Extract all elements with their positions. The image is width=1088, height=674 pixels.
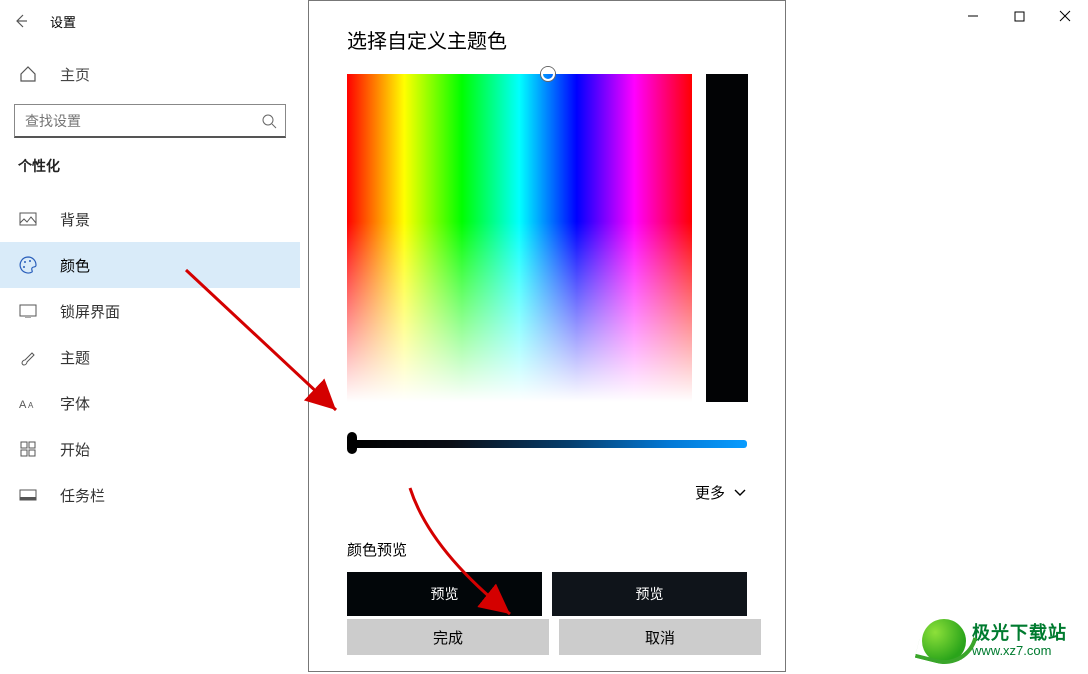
- sidebar-item-label: 锁屏界面: [60, 301, 120, 322]
- color-gradient[interactable]: [347, 74, 692, 402]
- sidebar-home[interactable]: 主页: [0, 54, 300, 94]
- font-icon: AA: [18, 396, 38, 410]
- color-handle[interactable]: [541, 67, 555, 81]
- sidebar-item-start[interactable]: 开始: [0, 426, 300, 472]
- window-title: 设置: [50, 12, 76, 31]
- search-box[interactable]: [14, 104, 286, 138]
- preview-tile-1: 预览: [347, 572, 542, 616]
- start-icon: [18, 441, 38, 457]
- sidebar-item-label: 主题: [60, 347, 90, 368]
- svg-text:A: A: [28, 401, 34, 410]
- taskbar-icon: [18, 489, 38, 501]
- sidebar-item-theme[interactable]: 主题: [0, 334, 300, 380]
- value-track: [353, 440, 747, 448]
- sidebar-category: 个性化: [0, 156, 300, 176]
- search-input[interactable]: [23, 112, 261, 130]
- brush-icon: [18, 348, 38, 366]
- more-label: 更多: [695, 482, 725, 503]
- maximize-icon: [1014, 11, 1025, 22]
- window-controls: [950, 0, 1088, 32]
- preview-label: 颜色预览: [347, 539, 785, 560]
- sidebar-item-label: 任务栏: [60, 485, 105, 506]
- sidebar-home-label: 主页: [60, 64, 90, 85]
- watermark-logo: [922, 619, 966, 663]
- sidebar-item-color[interactable]: 颜色: [0, 242, 300, 288]
- minimize-icon: [967, 10, 979, 22]
- watermark-url: www.xz7.com: [972, 644, 1067, 658]
- watermark-name: 极光下载站: [972, 624, 1067, 644]
- dialog-title: 选择自定义主题色: [347, 25, 785, 54]
- palette-icon: [18, 256, 38, 274]
- sidebar-item-label: 颜色: [60, 255, 90, 276]
- back-button[interactable]: [0, 0, 42, 42]
- sidebar-item-label: 开始: [60, 439, 90, 460]
- value-thumb[interactable]: [347, 432, 357, 454]
- svg-text:A: A: [19, 399, 27, 410]
- watermark: 极光下载站 www.xz7.com: [922, 614, 1082, 668]
- sidebar-item-label: 字体: [60, 393, 90, 414]
- sidebar-item-font[interactable]: AA 字体: [0, 380, 300, 426]
- done-button[interactable]: 完成: [347, 619, 549, 655]
- sidebar-item-background[interactable]: 背景: [0, 196, 300, 242]
- value-slider[interactable]: [347, 434, 747, 452]
- minimize-button[interactable]: [950, 0, 996, 32]
- sidebar-item-label: 背景: [60, 209, 90, 230]
- home-icon: [18, 65, 38, 83]
- search-icon: [261, 113, 277, 129]
- close-icon: [1059, 10, 1071, 22]
- preview-tile-2: 预览: [552, 572, 747, 616]
- arrow-left-icon: [13, 13, 29, 29]
- maximize-button[interactable]: [996, 0, 1042, 32]
- sidebar: 主页 个性化 背景 颜色 锁屏界面 主题 AA 字体 开始 任务栏: [0, 42, 300, 674]
- color-picker-dialog: 选择自定义主题色 更多 颜色预览 预览 预览 完成 取消: [308, 0, 786, 672]
- cancel-button[interactable]: 取消: [559, 619, 761, 655]
- more-toggle[interactable]: 更多: [347, 482, 747, 503]
- current-color-swatch: [706, 74, 748, 402]
- monitor-icon: [18, 304, 38, 318]
- close-button[interactable]: [1042, 0, 1088, 32]
- sidebar-item-lockscreen[interactable]: 锁屏界面: [0, 288, 300, 334]
- chevron-down-icon: [733, 486, 747, 500]
- sidebar-item-taskbar[interactable]: 任务栏: [0, 472, 300, 518]
- picture-icon: [18, 212, 38, 226]
